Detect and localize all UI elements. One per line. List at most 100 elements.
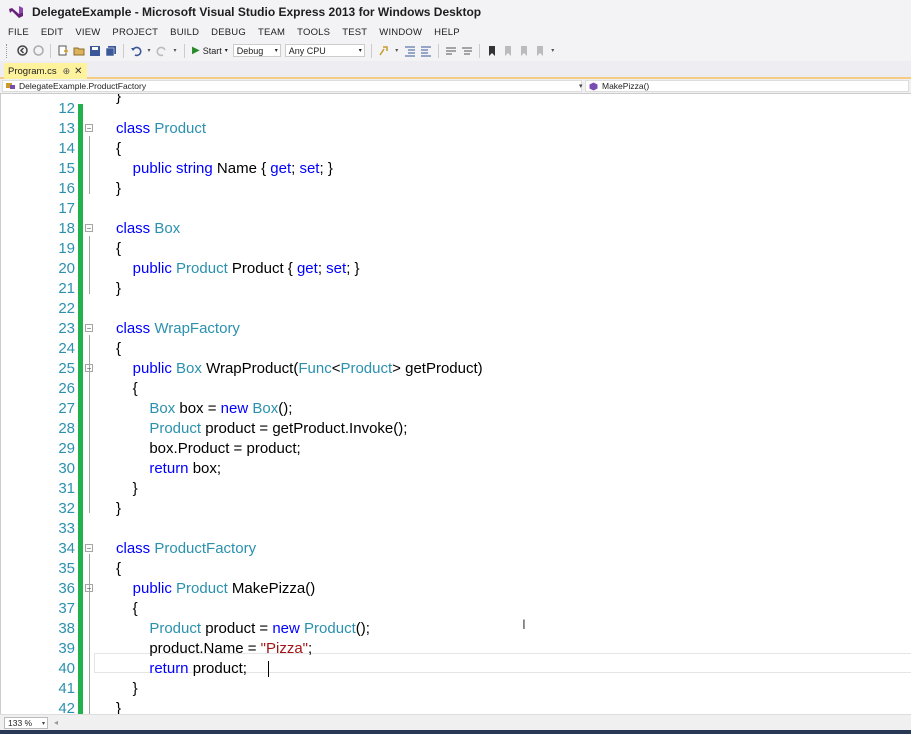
menu-team[interactable]: TEAM	[258, 27, 285, 38]
code-line[interactable]: 15 public string Name { get; set; }	[1, 159, 911, 179]
code-line[interactable]: 31 }	[1, 479, 911, 499]
menu-window[interactable]: WINDOW	[379, 27, 422, 38]
code-line[interactable]: 30 return box;	[1, 459, 911, 479]
uncomment-icon[interactable]	[461, 45, 473, 57]
find-icon[interactable]	[378, 45, 390, 57]
bookmark-clear-icon[interactable]	[534, 45, 546, 57]
menu-help[interactable]: HELP	[434, 27, 460, 38]
zoom-select[interactable]: 133 % ▾	[4, 717, 48, 729]
code-line[interactable]: 35 {	[1, 559, 911, 579]
scroll-left-icon[interactable]: ◂	[54, 718, 58, 727]
chevron-down-icon[interactable]: ▾	[172, 45, 178, 57]
line-number: 29	[58, 440, 75, 457]
collapse-toggle[interactable]: −	[85, 224, 93, 233]
collapse-toggle[interactable]: −	[85, 124, 93, 133]
toolbar-separator	[184, 43, 185, 58]
code-line[interactable]: 41 }	[1, 679, 911, 699]
menu-edit[interactable]: EDIT	[41, 27, 63, 38]
bookmark-next-icon[interactable]	[518, 45, 530, 57]
menu-build[interactable]: BUILD	[170, 27, 199, 38]
member-dropdown[interactable]: ▾ MakePizza()	[579, 80, 909, 92]
line-number: 39	[58, 640, 75, 657]
code-line[interactable]: 38 Product product = new Product();	[1, 619, 911, 639]
back-icon[interactable]	[16, 45, 28, 57]
code-line[interactable]: 12 }	[1, 94, 911, 119]
code-line[interactable]: 25 − public Box WrapProduct(Func<Product…	[1, 359, 911, 379]
save-icon[interactable]	[89, 45, 101, 57]
line-number: 12	[58, 100, 75, 117]
forward-icon[interactable]	[32, 45, 44, 57]
toolbar-grip[interactable]	[6, 43, 10, 58]
code-line[interactable]: 14 {	[1, 139, 911, 159]
solution-configuration-select[interactable]: Debug ▾	[232, 44, 281, 57]
visual-studio-logo-icon	[8, 4, 24, 20]
code-line[interactable]: 42 }	[1, 699, 911, 714]
code-editor[interactable]: 12 } 13 − class Product 14 { 15 public s…	[0, 94, 911, 714]
menu-tools[interactable]: TOOLS	[297, 27, 330, 38]
pin-icon[interactable]: ⊕	[63, 66, 71, 77]
comment-icon[interactable]	[445, 45, 457, 57]
code-line[interactable]: 29 box.Product = product;	[1, 439, 911, 459]
menu-view[interactable]: VIEW	[75, 27, 100, 38]
code-line[interactable]: 21 }	[1, 279, 911, 299]
code-line[interactable]: 27 Box box = new Box();	[1, 399, 911, 419]
code-line[interactable]: 36 − public Product MakePizza()	[1, 579, 911, 599]
tab-program-cs[interactable]: Program.cs ⊕ ✕	[4, 63, 87, 79]
code-line[interactable]: 40 return product;	[1, 659, 911, 679]
code-line[interactable]: 39 product.Name = "Pizza";	[1, 639, 911, 659]
code-line[interactable]: 34 − class ProductFactory	[1, 539, 911, 559]
open-icon[interactable]	[73, 45, 85, 57]
code-line[interactable]: 22	[1, 299, 911, 319]
toolbar-separator	[370, 43, 372, 58]
code-text: }	[116, 480, 138, 497]
new-project-icon[interactable]	[57, 45, 69, 57]
close-icon[interactable]: ✕	[74, 66, 82, 77]
undo-icon[interactable]	[130, 45, 142, 57]
code-text: class Product	[116, 120, 207, 137]
code-line[interactable]: 37 {	[1, 599, 911, 619]
solution-platform-select[interactable]: Any CPU ▾	[284, 44, 365, 57]
code-text: {	[116, 380, 138, 397]
line-number: 21	[58, 280, 75, 297]
start-button[interactable]: ▶ Start ▾	[192, 45, 228, 56]
code-line[interactable]: 28 Product product = getProduct.Invoke()…	[1, 419, 911, 439]
chevron-down-icon[interactable]: ▾	[146, 45, 152, 57]
collapse-toggle[interactable]: −	[85, 584, 93, 593]
collapse-toggle[interactable]: −	[85, 544, 93, 553]
save-all-icon[interactable]	[105, 45, 117, 57]
bookmark-prev-icon[interactable]	[502, 45, 514, 57]
code-text: box.Product = product;	[116, 440, 301, 457]
outdent-icon[interactable]	[420, 45, 432, 57]
code-line[interactable]: 20 public Product Product { get; set; }	[1, 259, 911, 279]
chevron-down-icon[interactable]: ▾	[550, 45, 556, 57]
collapse-toggle[interactable]: −	[85, 364, 93, 373]
class-icon	[6, 82, 16, 90]
collapse-toggle[interactable]: −	[85, 324, 93, 333]
code-line[interactable]: 24 {	[1, 339, 911, 359]
code-line[interactable]: 17	[1, 199, 911, 219]
menu-debug[interactable]: DEBUG	[211, 27, 246, 38]
code-line[interactable]: 18 − class Box	[1, 219, 911, 239]
code-text: {	[116, 600, 138, 617]
zoom-value: 133 %	[8, 718, 33, 728]
chevron-down-icon: ▾	[358, 48, 362, 54]
type-dropdown[interactable]: DelegateExample.ProductFactory	[2, 80, 582, 92]
menu-test[interactable]: TEST	[342, 27, 367, 38]
code-line[interactable]: 19 {	[1, 239, 911, 259]
code-line[interactable]: 16 }	[1, 179, 911, 199]
chevron-down-icon[interactable]: ▾	[394, 45, 400, 57]
code-line[interactable]: 32 }	[1, 499, 911, 519]
menu-project[interactable]: PROJECT	[112, 27, 158, 38]
code-line[interactable]: 26 {	[1, 379, 911, 399]
indent-icon[interactable]	[404, 45, 416, 57]
bookmark-icon[interactable]	[486, 45, 498, 57]
menu-file[interactable]: FILE	[8, 27, 29, 38]
code-line[interactable]: 13 − class Product	[1, 119, 911, 139]
redo-icon[interactable]	[156, 45, 168, 57]
line-number: 40	[58, 660, 75, 677]
code-line[interactable]: 33	[1, 519, 911, 539]
code-line[interactable]: 23 − class WrapFactory	[1, 319, 911, 339]
line-number: 19	[58, 240, 75, 257]
code-text: Product product = new Product();	[149, 620, 370, 637]
start-label: Start	[202, 45, 222, 56]
